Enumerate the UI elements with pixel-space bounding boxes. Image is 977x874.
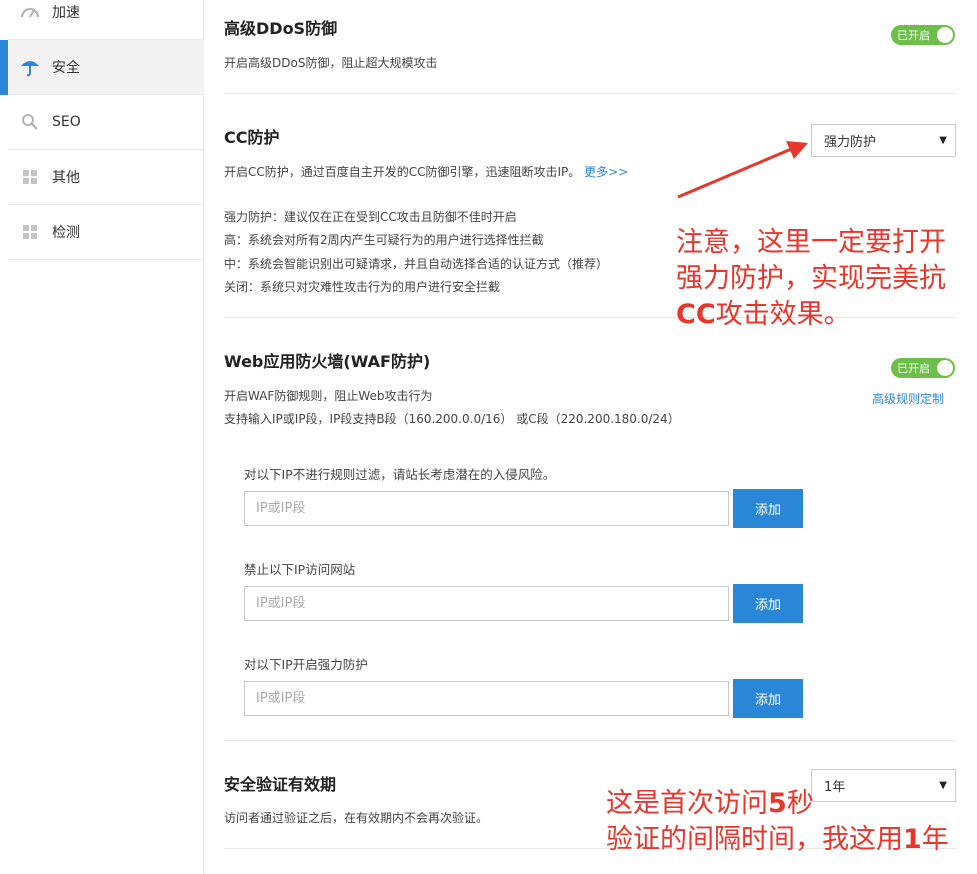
- toggle-knob: [937, 27, 953, 43]
- sidebar-item-label: 安全: [52, 60, 80, 76]
- sidebar: 加速 安全 SEO 其他 检测: [0, 0, 204, 874]
- grid-icon: [8, 170, 52, 184]
- whitelist-add-button[interactable]: 添加: [733, 489, 803, 528]
- note-text: 验证的间隔时间，我这用: [606, 824, 903, 855]
- note-text: 这是首次访问: [606, 788, 768, 819]
- cc-level-medium: 中：系统会智能识别出可疑请求，并且自动选择合适的认证方式（推荐）: [224, 257, 609, 271]
- cc-more-link[interactable]: 更多>>: [584, 165, 628, 179]
- annotation-note-cc: 注意，这里一定要打开 强力防护，实现完美抗 CC攻击效果。: [676, 225, 946, 333]
- verify-desc: 访问者通过验证之后，在有效期内不会再次验证。: [224, 811, 489, 825]
- speedometer-icon: [8, 4, 52, 20]
- sidebar-item-label: 加速: [52, 5, 80, 21]
- select-value: 强力防护: [824, 135, 877, 150]
- toggle-label: 已开启: [897, 29, 930, 42]
- ddos-title: 高级DDoS防御: [224, 19, 338, 38]
- sidebar-item-detect[interactable]: 检测: [8, 205, 204, 260]
- sidebar-item-other[interactable]: 其他: [8, 150, 204, 205]
- ddos-desc: 开启高级DDoS防御，阻止超大规模攻击: [224, 56, 438, 70]
- note-line: CC攻击效果。: [676, 297, 946, 333]
- note-bold: 1: [903, 824, 922, 855]
- cc-mode-select[interactable]: 强力防护 ▼: [811, 124, 956, 157]
- note-line: 这是首次访问5秒: [606, 786, 949, 822]
- ddos-toggle[interactable]: 已开启: [891, 25, 955, 45]
- note-bold: CC: [676, 299, 716, 330]
- note-text: 年: [921, 824, 949, 855]
- waf-advanced-link[interactable]: 高级规则定制: [872, 390, 944, 407]
- note-line: 验证的间隔时间，我这用1年: [606, 822, 949, 858]
- strong-protect-add-button[interactable]: 添加: [733, 679, 803, 718]
- caret-down-icon: ▼: [939, 135, 947, 146]
- sidebar-item-seo[interactable]: SEO: [8, 95, 204, 150]
- waf-toggle[interactable]: 已开启: [891, 358, 955, 378]
- cc-level-high: 高：系统会对所有2周内产生可疑行为的用户进行选择性拦截: [224, 233, 544, 247]
- cc-level-strong: 强力防护：建议仅在正在受到CC攻击且防御不佳时开启: [224, 210, 517, 224]
- umbrella-icon: [8, 57, 52, 77]
- sidebar-item-label: 检测: [52, 225, 80, 241]
- waf-desc2: 支持输入IP或IP段，IP段支持B段（160.200.0.0/16） 或C段（2…: [224, 412, 680, 426]
- note-text: 攻击效果。: [715, 299, 851, 330]
- sidebar-item-label: SEO: [52, 114, 81, 130]
- note-text: 秒: [786, 788, 814, 819]
- grid-icon: [8, 225, 52, 239]
- note-line: 强力防护，实现完美抗: [676, 263, 946, 294]
- sidebar-item-accelerate[interactable]: 加速: [8, 0, 204, 40]
- waf-title: Web应用防火墙(WAF防护): [224, 352, 431, 371]
- cc-title: CC防护: [224, 128, 280, 147]
- note-bold: 5: [768, 788, 787, 819]
- toggle-knob: [937, 360, 953, 376]
- waf-desc1: 开启WAF防御规则，阻止Web攻击行为: [224, 389, 433, 403]
- sidebar-item-label: 其他: [52, 170, 80, 186]
- strong-protect-ip-input[interactable]: [244, 681, 729, 716]
- annotation-note-verify: 这是首次访问5秒 验证的间隔时间，我这用1年: [606, 786, 949, 858]
- annotation-arrow-icon: [677, 141, 808, 199]
- rule-label-blacklist: 禁止以下IP访问网站: [244, 562, 356, 577]
- search-icon: [8, 113, 52, 131]
- rule-label-whitelist: 对以下IP不进行规则过滤，请站长考虑潜在的入侵风险。: [244, 467, 556, 482]
- blacklist-ip-input[interactable]: [244, 586, 729, 621]
- whitelist-ip-input[interactable]: [244, 491, 729, 526]
- divider: [224, 93, 956, 94]
- note-line: 注意，这里一定要打开: [676, 227, 946, 258]
- cc-level-off: 关闭：系统只对灾难性攻击行为的用户进行安全拦截: [224, 280, 501, 294]
- cc-desc: 开启CC防护，通过百度自主开发的CC防御引擎，迅速阻断攻击IP。: [224, 165, 581, 179]
- cc-desc-line: 开启CC防护，通过百度自主开发的CC防御引擎，迅速阻断攻击IP。 更多>>: [224, 163, 628, 180]
- toggle-label: 已开启: [897, 362, 930, 375]
- blacklist-add-button[interactable]: 添加: [733, 584, 803, 623]
- sidebar-item-security[interactable]: 安全: [0, 40, 204, 95]
- verify-title: 安全验证有效期: [224, 775, 337, 794]
- divider: [224, 740, 956, 741]
- rule-label-strong: 对以下IP开启强力防护: [244, 657, 368, 672]
- main-panel: 高级DDoS防御 已开启 开启高级DDoS防御，阻止超大规模攻击 CC防护 强力…: [224, 0, 956, 874]
